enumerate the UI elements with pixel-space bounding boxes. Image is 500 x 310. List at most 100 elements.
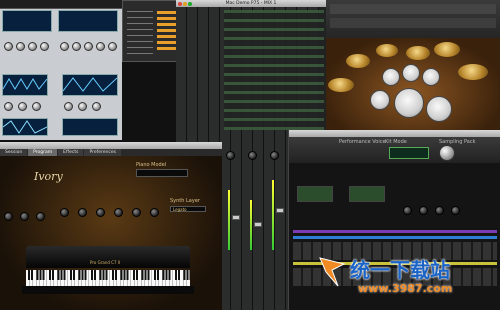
tab-preferences[interactable]: Preferences [84,149,121,156]
mode-value: Legato [173,207,187,212]
piano-knob[interactable] [36,212,45,221]
piano-logo: Ivory [34,170,63,183]
waveform-graphic [2,78,48,90]
synth-wave-display [2,74,48,96]
param-knob[interactable] [4,102,13,111]
track-stripe [293,230,497,233]
synth-lfo-display [2,118,48,136]
analyzer-label-column [127,11,153,57]
drum-stage [326,38,500,130]
piano-knob[interactable] [114,208,123,217]
seq-knob[interactable] [419,206,428,215]
cymbal[interactable] [376,44,398,57]
header-label: Kit Mode [385,139,407,145]
seq-knob[interactable] [435,206,444,215]
param-knob[interactable] [32,102,41,111]
synth-env-display [62,118,118,136]
cymbal[interactable] [458,64,488,80]
tom-drum[interactable] [402,64,420,82]
piano-model-label: Piano Model [136,162,167,168]
volume-fader[interactable] [276,208,284,213]
param-knob[interactable] [92,102,101,111]
synth-wave-display-2 [62,74,118,96]
brand-plate: Pro Grand C7 II [90,260,121,265]
black-keys [26,270,190,280]
seq-knob[interactable] [403,206,412,215]
pan-knob[interactable] [226,151,235,160]
close-button[interactable] [178,1,182,6]
volume-fader[interactable] [232,215,240,220]
header-label: Sampling Pack [439,139,476,145]
piano-knob[interactable] [4,212,13,221]
param-knob[interactable] [108,42,117,51]
param-knob[interactable] [64,102,73,111]
drum-plugin-window [326,0,500,130]
piano-knob[interactable] [96,208,105,217]
watermark: 统一下载站 www.3987.com [318,248,500,308]
insert-slots [224,10,324,130]
piano-plugin-window: Session Program Effects Preferences Ivory P… [0,142,222,310]
param-knob[interactable] [28,42,37,51]
volume-fader[interactable] [254,222,262,227]
param-knob[interactable] [4,42,13,51]
grand-piano-graphic: Pro Grand C7 II [20,246,196,308]
tom-drum[interactable] [382,68,400,86]
param-knob[interactable] [60,42,69,51]
piano-base [22,286,194,294]
drum-controls-2 [330,18,496,28]
lfo-graphic [2,120,48,134]
piano-tabs: Session Program Effects Preferences [0,149,222,156]
piano-titlebar [0,142,222,149]
drum-controls [330,4,496,14]
piano-knob[interactable] [132,208,141,217]
display-pad [349,186,385,202]
watermark-logo-icon [318,254,346,288]
pan-knob[interactable] [270,151,279,160]
display-pad [297,186,333,202]
watermark-url: www.3987.com [358,282,453,295]
tab-session[interactable]: Session [0,149,28,156]
piano-knob[interactable] [60,208,69,217]
track-stripe [293,236,497,239]
seq-knob[interactable] [451,206,460,215]
mode-select[interactable]: Legato [170,206,206,212]
minimize-button[interactable] [183,1,187,6]
pan-knob[interactable] [248,151,257,160]
tom-drum[interactable] [422,68,440,86]
watermark-text: 统一下载站 [350,258,450,282]
cymbal[interactable] [434,42,460,57]
tab-program[interactable]: Program [28,149,58,156]
piano-knob[interactable] [20,212,29,221]
param-knob[interactable] [84,42,93,51]
piano-keyboard[interactable] [26,270,190,286]
master-knob[interactable] [439,145,455,161]
piano-body: Ivory Piano Model Synth Layer Legato Pro… [0,156,222,310]
synth-layer-label: Synth Layer [170,198,200,204]
zoom-button[interactable] [188,1,192,6]
synth-toolbar [0,0,122,9]
header-label: Performance Voice [339,139,386,145]
floor-tom-drum[interactable] [426,96,452,122]
param-knob[interactable] [16,42,25,51]
snare-drum[interactable] [370,90,390,110]
level-meter [272,180,274,250]
kick-drum[interactable] [394,88,424,118]
param-knob[interactable] [78,102,87,111]
piano-knob[interactable] [150,208,159,217]
cymbal[interactable] [406,46,430,60]
level-meter [250,200,252,250]
mixer-title: Mac Demo P75 - MIX 1 [225,1,277,6]
param-knob[interactable] [72,42,81,51]
param-knob[interactable] [18,102,27,111]
cymbal[interactable] [328,78,354,92]
sequencer-lcd [389,147,429,159]
param-knob[interactable] [40,42,49,51]
piano-knob[interactable] [78,208,87,217]
synth-plugin-window [0,0,122,140]
sequencer-header: Performance Voice Kit Mode Sampling Pack [289,137,500,163]
cymbal[interactable] [346,54,370,68]
mixer-titlebar: Mac Demo P75 - MIX 1 [176,0,326,7]
piano-model-select[interactable] [136,169,188,177]
param-knob[interactable] [96,42,105,51]
tab-effects[interactable]: Effects [58,149,84,156]
